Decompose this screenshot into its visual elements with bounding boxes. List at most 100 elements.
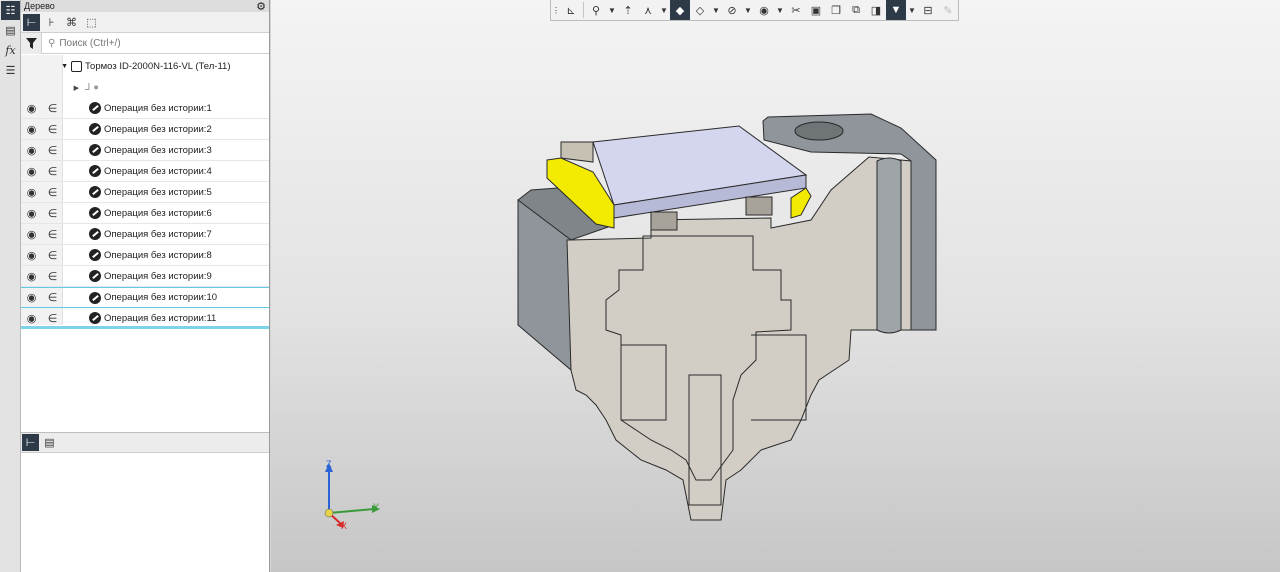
operation-icon <box>89 312 101 324</box>
gear-icon[interactable]: ⚙ <box>256 0 266 13</box>
operation-label-wrap: Операция без истории:8 <box>89 249 212 261</box>
tree-end-separator <box>21 326 269 329</box>
eye-icon[interactable]: ◉ <box>21 102 42 115</box>
element-of-icon[interactable]: ∈ <box>42 186 63 199</box>
operation-label: Операция без истории:7 <box>104 228 212 240</box>
part-icon <box>71 61 82 72</box>
operation-row[interactable]: ◉ ∈ Операция без истории:5 <box>21 182 269 203</box>
eye-icon[interactable]: ◉ <box>21 270 42 283</box>
eye-icon[interactable]: ◉ <box>21 291 42 304</box>
tree-panel: Дерево ⚙ ⊢ ⊦ ⌘ ⬚ ⚲ ▼ Тормоз ID-2000N-116… <box>21 0 270 572</box>
3d-model[interactable] <box>271 0 1280 572</box>
layers-icon[interactable]: ☰ <box>1 61 20 80</box>
operation-row[interactable]: ◉ ∈ Операция без истории:1 <box>21 98 269 119</box>
eye-icon[interactable]: ◉ <box>21 123 42 136</box>
element-of-icon[interactable]: ∈ <box>42 165 63 178</box>
tree-branch-icon[interactable]: ⊦ <box>43 14 60 31</box>
3d-viewport[interactable]: ⋮ ⊾ ⚲ ▼ ⇡ ⋏ ▼ ◆ ◇ ▼ ⊘ ▼ ◉ ▼ ✂ ▣ ❐ ⧉ ◨ ▼ … <box>271 0 1280 572</box>
tree-structure-icon[interactable]: ⊢ <box>23 13 40 31</box>
axis-y-label: Y <box>373 502 380 512</box>
operation-label-wrap: Операция без истории:4 <box>89 165 212 177</box>
variables-icon[interactable]: fx <box>1 41 20 60</box>
operation-label: Операция без истории:1 <box>104 102 212 114</box>
tree-toolbar: ⊢ ⊦ ⌘ ⬚ <box>21 12 269 33</box>
operation-row[interactable]: ◉ ∈ Операция без истории:4 <box>21 161 269 182</box>
operation-label: Операция без истории:9 <box>104 270 212 282</box>
eye-icon[interactable]: ◉ <box>21 312 42 325</box>
tree-panel-icon[interactable]: ☷ <box>1 1 20 20</box>
tree-panel-header: Дерево ⚙ <box>21 0 269 13</box>
select-frame-icon[interactable]: ⬚ <box>83 14 100 31</box>
element-of-icon[interactable]: ∈ <box>42 249 63 262</box>
tree-tab-icon[interactable]: ⊢ <box>22 434 39 451</box>
fx-label: fx <box>5 44 16 57</box>
operation-icon <box>89 291 101 304</box>
expand-arrow-icon[interactable]: ▶ <box>21 84 85 92</box>
operation-icon <box>89 207 101 219</box>
operation-label-wrap: Операция без истории:5 <box>89 186 212 198</box>
eye-icon[interactable]: ◉ <box>21 207 42 220</box>
operation-label-wrap: Операция без истории:9 <box>89 270 212 282</box>
operation-icon <box>89 144 101 156</box>
operation-row[interactable]: ◉ ∈ Операция без истории:2 <box>21 119 269 140</box>
element-of-icon[interactable]: ∈ <box>42 228 63 241</box>
operation-label: Операция без истории:3 <box>104 144 212 156</box>
operation-row[interactable]: ◉ ∈ Операция без истории:10 <box>21 287 269 308</box>
element-of-icon[interactable]: ∈ <box>42 102 63 115</box>
element-of-icon[interactable]: ∈ <box>42 270 63 283</box>
operation-icon <box>89 270 101 282</box>
operation-label: Операция без истории:8 <box>104 249 212 261</box>
eye-icon[interactable]: ◉ <box>21 186 42 199</box>
search-input[interactable] <box>59 37 220 49</box>
operation-label-wrap: Операция без истории:11 <box>89 312 216 324</box>
tree-bottom-tabs: ⊢ ▤ <box>21 432 269 453</box>
element-of-icon[interactable]: ∈ <box>42 207 63 220</box>
eye-icon[interactable]: ◉ <box>21 165 42 178</box>
operation-label-wrap: Операция без истории:3 <box>89 144 212 156</box>
eye-icon[interactable]: ◉ <box>21 144 42 157</box>
filter-icon[interactable] <box>21 32 42 54</box>
operation-label: Операция без истории:2 <box>104 123 212 135</box>
origin-dot-icon: ● <box>93 82 100 93</box>
tree-origin-label-wrap: ⅃ ● <box>85 82 102 93</box>
element-of-icon[interactable]: ∈ <box>42 123 63 136</box>
operation-label-wrap: Операция без истории:1 <box>89 102 212 114</box>
operation-label: Операция без истории:10 <box>104 292 218 303</box>
tree-search-bar: ⚲ <box>21 32 269 54</box>
operation-row[interactable]: ◉ ∈ Операция без истории:8 <box>21 245 269 266</box>
operation-icon <box>89 186 101 198</box>
axis-x-label: X <box>341 521 348 531</box>
collapse-arrow-icon[interactable]: ▼ <box>21 63 71 70</box>
operation-label-wrap: Операция без истории:2 <box>89 123 212 135</box>
operation-label-wrap: Операция без истории:7 <box>89 228 212 240</box>
eye-icon[interactable]: ◉ <box>21 228 42 241</box>
operation-row[interactable]: ◉ ∈ Операция без истории:3 <box>21 140 269 161</box>
tree-root-label-wrap: Тормоз ID-2000N-116-VL (Тел-11) <box>71 61 231 72</box>
properties-tab-icon[interactable]: ▤ <box>41 434 58 451</box>
model-gasket-right <box>790 187 812 219</box>
assembly-view-icon[interactable]: ⌘ <box>63 14 80 31</box>
search-icon: ⚲ <box>48 37 56 49</box>
eye-icon[interactable]: ◉ <box>21 249 42 262</box>
search-box[interactable]: ⚲ <box>42 37 269 49</box>
operation-label-wrap: Операция без истории:6 <box>89 207 212 219</box>
operation-row[interactable]: ◉ ∈ Операция без истории:6 <box>21 203 269 224</box>
operation-icon <box>89 249 101 261</box>
model-slot-right <box>745 196 773 216</box>
element-of-icon[interactable]: ∈ <box>42 312 63 325</box>
element-of-icon[interactable]: ∈ <box>42 144 63 157</box>
model-back-plate <box>560 141 594 163</box>
properties-icon[interactable]: ▤ <box>1 21 20 40</box>
operation-icon <box>89 123 101 135</box>
model-slot-left <box>650 211 678 231</box>
operation-row[interactable]: ◉ ∈ Операция без истории:9 <box>21 266 269 287</box>
left-panel-strip: ☷ ▤ fx ☰ <box>0 0 21 572</box>
operation-label-wrap: Операция без истории:10 <box>89 291 218 304</box>
operation-icon <box>89 102 101 114</box>
origin-axes-icon: ⅃ <box>85 82 91 93</box>
tree-root-row[interactable]: ▼ Тормоз ID-2000N-116-VL (Тел-11) <box>21 56 269 77</box>
operation-row[interactable]: ◉ ∈ Операция без истории:7 <box>21 224 269 245</box>
tree-origin-row[interactable]: ▶ ⅃ ● <box>21 77 269 98</box>
operation-icon <box>89 165 101 177</box>
element-of-icon[interactable]: ∈ <box>42 291 63 304</box>
